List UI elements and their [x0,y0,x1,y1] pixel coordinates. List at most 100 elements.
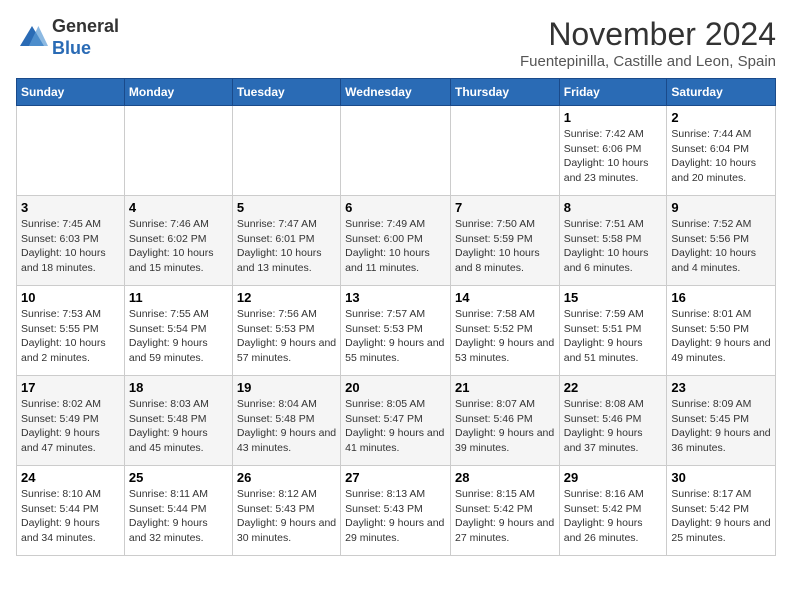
day-number: 19 [237,380,336,395]
day-number: 22 [564,380,663,395]
calendar-cell: 13 Sunrise: 7:57 AM Sunset: 5:53 PM Dayli… [341,286,451,376]
calendar-body: 1 Sunrise: 7:42 AM Sunset: 6:06 PM Daylig… [17,106,776,556]
calendar-cell: 2Sunrise: 7:44 AM Sunset: 6:04 PM Daylig… [667,106,776,196]
day-number: 7 [455,200,555,215]
week-row-4: 17Sunrise: 8:02 AM Sunset: 5:49 PM Dayli… [17,376,776,466]
week-row-2: 3 Sunrise: 7:45 AM Sunset: 6:03 PM Daylig… [17,196,776,286]
day-number: 30 [671,470,771,485]
day-number: 5 [237,200,336,215]
day-number: 29 [564,470,663,485]
day-number: 21 [455,380,555,395]
day-info: Sunrise: 8:15 AM Sunset: 5:42 PM Dayligh… [455,487,555,546]
calendar-cell: 21 Sunrise: 8:07 AM Sunset: 5:46 PM Dayli… [450,376,559,466]
day-number: 13 [345,290,446,305]
day-info: Sunrise: 8:02 AM Sunset: 5:49 PM Dayligh… [21,397,120,456]
weekday-header-saturday: Saturday [667,79,776,106]
day-info: Sunrise: 8:01 AM Sunset: 5:50 PM Dayligh… [671,307,771,366]
weekday-header-wednesday: Wednesday [341,79,451,106]
day-number: 6 [345,200,446,215]
day-info: Sunrise: 7:44 AM Sunset: 6:04 PM Dayligh… [671,127,771,186]
calendar-cell: 6 Sunrise: 7:49 AM Sunset: 6:00 PM Daylig… [341,196,451,286]
day-info: Sunrise: 8:16 AM Sunset: 5:42 PM Dayligh… [564,487,663,546]
calendar-cell: 15Sunrise: 7:59 AM Sunset: 5:51 PM Dayli… [559,286,667,376]
calendar-cell: 25 Sunrise: 8:11 AM Sunset: 5:44 PM Dayli… [124,466,232,556]
day-number: 9 [671,200,771,215]
calendar-cell: 11 Sunrise: 7:55 AM Sunset: 5:54 PM Dayli… [124,286,232,376]
day-info: Sunrise: 7:56 AM Sunset: 5:53 PM Dayligh… [237,307,336,366]
day-info: Sunrise: 7:51 AM Sunset: 5:58 PM Dayligh… [564,217,663,276]
day-info: Sunrise: 7:46 AM Sunset: 6:02 PM Dayligh… [129,217,228,276]
logo: General Blue [16,16,119,59]
day-number: 4 [129,200,228,215]
day-info: Sunrise: 8:04 AM Sunset: 5:48 PM Dayligh… [237,397,336,456]
day-info: Sunrise: 8:03 AM Sunset: 5:48 PM Dayligh… [129,397,228,456]
calendar-cell: 24Sunrise: 8:10 AM Sunset: 5:44 PM Dayli… [17,466,125,556]
calendar-cell: 7 Sunrise: 7:50 AM Sunset: 5:59 PM Daylig… [450,196,559,286]
day-info: Sunrise: 7:49 AM Sunset: 6:00 PM Dayligh… [345,217,446,276]
day-info: Sunrise: 8:09 AM Sunset: 5:45 PM Dayligh… [671,397,771,456]
day-info: Sunrise: 8:05 AM Sunset: 5:47 PM Dayligh… [345,397,446,456]
day-number: 1 [564,110,663,125]
weekday-header-sunday: Sunday [17,79,125,106]
day-info: Sunrise: 7:53 AM Sunset: 5:55 PM Dayligh… [21,307,120,366]
calendar-cell: 20 Sunrise: 8:05 AM Sunset: 5:47 PM Dayli… [341,376,451,466]
day-number: 27 [345,470,446,485]
weekday-header-thursday: Thursday [450,79,559,106]
day-number: 14 [455,290,555,305]
day-info: Sunrise: 8:17 AM Sunset: 5:42 PM Dayligh… [671,487,771,546]
calendar-cell: 19 Sunrise: 8:04 AM Sunset: 5:48 PM Dayli… [232,376,340,466]
calendar-cell [124,106,232,196]
day-number: 11 [129,290,228,305]
day-number: 3 [21,200,120,215]
calendar-cell: 8 Sunrise: 7:51 AM Sunset: 5:58 PM Daylig… [559,196,667,286]
day-info: Sunrise: 7:57 AM Sunset: 5:53 PM Dayligh… [345,307,446,366]
logo-general-text: General [52,16,119,36]
day-info: Sunrise: 8:08 AM Sunset: 5:46 PM Dayligh… [564,397,663,456]
week-row-5: 24Sunrise: 8:10 AM Sunset: 5:44 PM Dayli… [17,466,776,556]
day-number: 20 [345,380,446,395]
day-info: Sunrise: 8:10 AM Sunset: 5:44 PM Dayligh… [21,487,120,546]
logo-icon [16,22,48,54]
day-info: Sunrise: 8:07 AM Sunset: 5:46 PM Dayligh… [455,397,555,456]
calendar-cell: 1 Sunrise: 7:42 AM Sunset: 6:06 PM Daylig… [559,106,667,196]
calendar-cell: 27 Sunrise: 8:13 AM Sunset: 5:43 PM Dayli… [341,466,451,556]
day-info: Sunrise: 7:58 AM Sunset: 5:52 PM Dayligh… [455,307,555,366]
day-info: Sunrise: 7:50 AM Sunset: 5:59 PM Dayligh… [455,217,555,276]
day-info: Sunrise: 8:13 AM Sunset: 5:43 PM Dayligh… [345,487,446,546]
calendar-cell: 3 Sunrise: 7:45 AM Sunset: 6:03 PM Daylig… [17,196,125,286]
calendar-cell: 22 Sunrise: 8:08 AM Sunset: 5:46 PM Dayli… [559,376,667,466]
day-info: Sunrise: 7:59 AM Sunset: 5:51 PM Dayligh… [564,307,663,366]
day-info: Sunrise: 8:11 AM Sunset: 5:44 PM Dayligh… [129,487,228,546]
calendar-cell: 12 Sunrise: 7:56 AM Sunset: 5:53 PM Dayli… [232,286,340,376]
calendar-cell: 9 Sunrise: 7:52 AM Sunset: 5:56 PM Daylig… [667,196,776,286]
calendar-cell: 29 Sunrise: 8:16 AM Sunset: 5:42 PM Dayli… [559,466,667,556]
day-info: Sunrise: 7:52 AM Sunset: 5:56 PM Dayligh… [671,217,771,276]
calendar-cell: 10 Sunrise: 7:53 AM Sunset: 5:55 PM Dayli… [17,286,125,376]
day-number: 26 [237,470,336,485]
day-number: 10 [21,290,120,305]
calendar-cell: 26 Sunrise: 8:12 AM Sunset: 5:43 PM Dayli… [232,466,340,556]
day-info: Sunrise: 7:42 AM Sunset: 6:06 PM Dayligh… [564,127,663,186]
calendar-cell: 18 Sunrise: 8:03 AM Sunset: 5:48 PM Dayli… [124,376,232,466]
day-info: Sunrise: 7:45 AM Sunset: 6:03 PM Dayligh… [21,217,120,276]
title-block: November 2024 Fuentepinilla, Castille an… [520,16,776,70]
day-info: Sunrise: 7:47 AM Sunset: 6:01 PM Dayligh… [237,217,336,276]
day-number: 18 [129,380,228,395]
day-number: 28 [455,470,555,485]
month-title: November 2024 [520,16,776,53]
day-info: Sunrise: 8:12 AM Sunset: 5:43 PM Dayligh… [237,487,336,546]
day-number: 12 [237,290,336,305]
day-number: 16 [671,290,771,305]
logo-blue-text: Blue [52,38,91,58]
calendar-cell: 14 Sunrise: 7:58 AM Sunset: 5:52 PM Dayli… [450,286,559,376]
day-info: Sunrise: 7:55 AM Sunset: 5:54 PM Dayligh… [129,307,228,366]
day-number: 25 [129,470,228,485]
weekday-header-row: SundayMondayTuesdayWednesdayThursdayFrid… [17,79,776,106]
calendar-cell: 4 Sunrise: 7:46 AM Sunset: 6:02 PM Daylig… [124,196,232,286]
calendar-cell: 28 Sunrise: 8:15 AM Sunset: 5:42 PM Dayli… [450,466,559,556]
day-number: 8 [564,200,663,215]
calendar-cell: 16 Sunrise: 8:01 AM Sunset: 5:50 PM Dayli… [667,286,776,376]
week-row-3: 10 Sunrise: 7:53 AM Sunset: 5:55 PM Dayli… [17,286,776,376]
calendar-table: SundayMondayTuesdayWednesdayThursdayFrid… [16,78,776,556]
calendar-cell [450,106,559,196]
